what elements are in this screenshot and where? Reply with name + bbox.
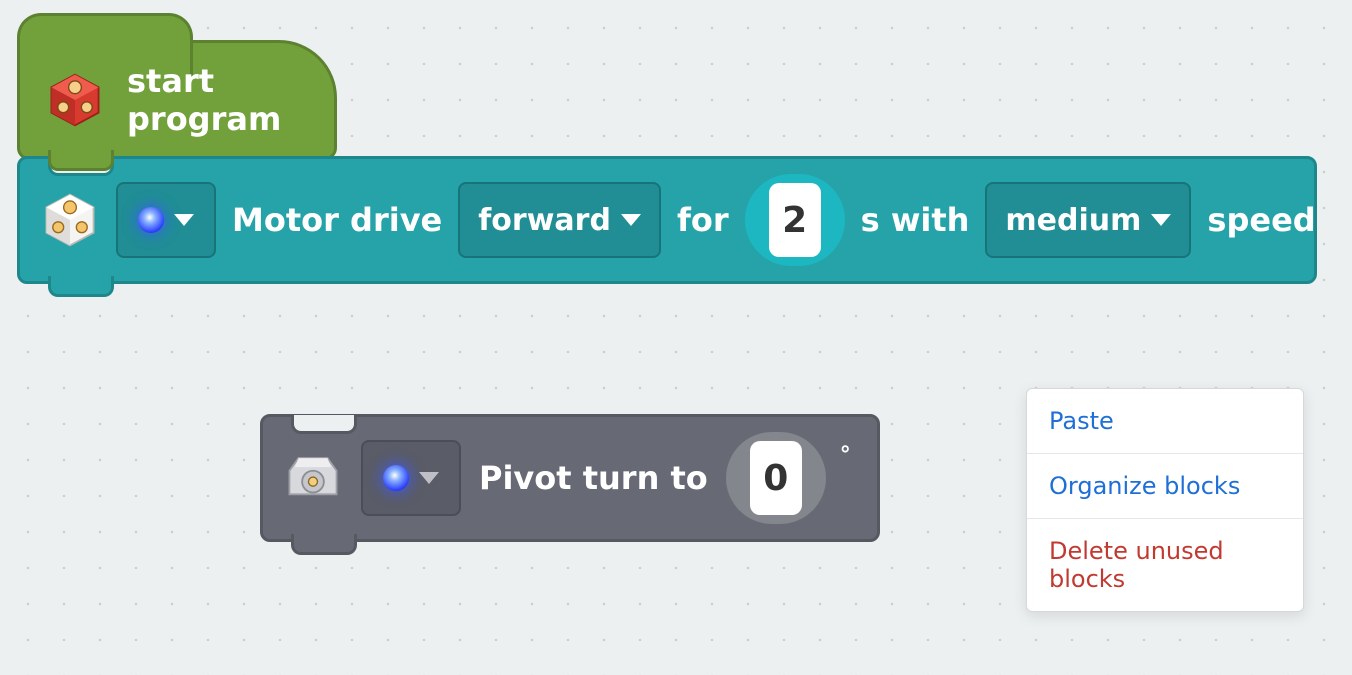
context-organize-blocks[interactable]: Organize blocks bbox=[1027, 454, 1303, 519]
chevron-down-icon bbox=[1151, 214, 1171, 226]
motor-drive-label: Motor drive bbox=[232, 201, 442, 239]
context-delete-unused[interactable]: Delete unused blocks bbox=[1027, 519, 1303, 611]
chevron-down-icon bbox=[621, 214, 641, 226]
motor-swith-label: s with bbox=[861, 201, 970, 239]
speed-selected: medium bbox=[1005, 203, 1141, 238]
pivot-turn-label: Pivot turn to bbox=[479, 459, 708, 497]
motor-cube-icon bbox=[40, 190, 100, 250]
degree-symbol: ° bbox=[840, 443, 851, 468]
seconds-field-wrapper[interactable] bbox=[745, 174, 845, 266]
pivot-turn-block[interactable]: Pivot turn to ° bbox=[260, 414, 880, 542]
pivot-port-dropdown[interactable] bbox=[361, 440, 461, 516]
tinkerbot-cube-icon bbox=[45, 70, 105, 130]
chevron-down-icon bbox=[419, 472, 439, 484]
angle-input[interactable] bbox=[750, 441, 802, 515]
pivot-module-icon bbox=[283, 448, 343, 508]
seconds-input[interactable] bbox=[769, 183, 821, 257]
led-icon bbox=[383, 465, 409, 491]
start-program-block[interactable]: start program bbox=[17, 40, 337, 160]
angle-field-wrapper[interactable] bbox=[726, 432, 826, 524]
motor-speed-label: speed bbox=[1207, 201, 1315, 239]
start-program-label: start program bbox=[127, 62, 334, 138]
context-paste[interactable]: Paste bbox=[1027, 389, 1303, 454]
direction-selected: forward bbox=[478, 203, 611, 238]
led-icon bbox=[138, 207, 164, 233]
direction-dropdown[interactable]: forward bbox=[458, 182, 661, 258]
speed-dropdown[interactable]: medium bbox=[985, 182, 1191, 258]
motor-drive-block[interactable]: Motor drive forward for s with medium sp… bbox=[17, 156, 1317, 284]
motor-for-label: for bbox=[677, 201, 729, 239]
chevron-down-icon bbox=[174, 214, 194, 226]
motor-port-dropdown[interactable] bbox=[116, 182, 216, 258]
canvas-context-menu: Paste Organize blocks Delete unused bloc… bbox=[1026, 388, 1304, 612]
